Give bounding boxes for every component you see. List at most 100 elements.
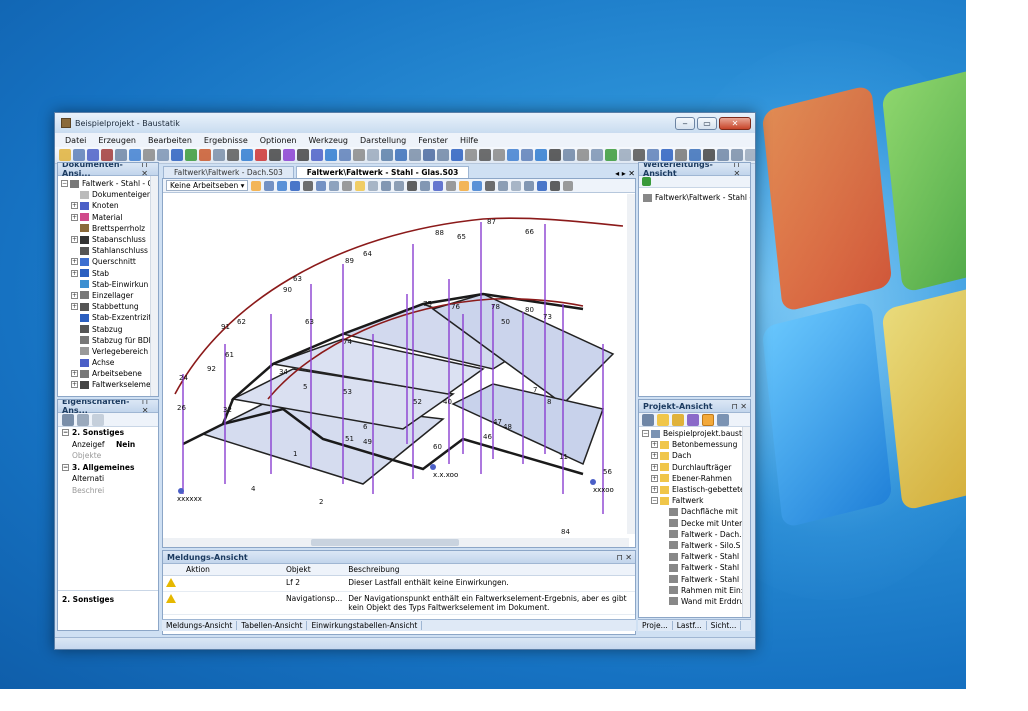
document-tree-item[interactable]: Achse <box>61 357 158 368</box>
property-row[interactable]: −2. Sonstiges <box>58 427 158 439</box>
property-row[interactable]: Alternati <box>58 473 158 485</box>
toolbar-tool-21-icon[interactable] <box>339 149 351 161</box>
new-project-icon[interactable] <box>642 413 654 426</box>
toolbar-tool-39-icon[interactable] <box>591 149 603 161</box>
toolbar-tool-31-icon[interactable] <box>479 149 491 161</box>
toolbar-tool-48-icon[interactable] <box>717 149 729 161</box>
property-row[interactable]: −3. Allgemeines <box>58 462 158 474</box>
scroll-thumb[interactable] <box>311 539 459 546</box>
toolbar-tool-22-icon[interactable] <box>353 149 365 161</box>
minimize-button[interactable]: ‒ <box>675 116 695 130</box>
toolbar-tool-49-icon[interactable] <box>731 149 743 161</box>
column-aktion[interactable]: Aktion <box>183 564 283 576</box>
menu-werkzeug[interactable]: Werkzeug <box>302 136 354 145</box>
toolbar-tool-47-icon[interactable] <box>703 149 715 161</box>
toolbar-tool-15-icon[interactable] <box>255 149 267 161</box>
document-tree-item[interactable]: + Stabanschluss <box>61 234 158 245</box>
tab-controls[interactable]: ◂ ▸ ✕ <box>615 169 635 178</box>
toolbar-tool-16-icon[interactable] <box>269 149 281 161</box>
toolbar-tool-7-icon[interactable] <box>143 149 155 161</box>
property-row[interactable]: Objekte <box>58 450 158 462</box>
view-tool-21-icon[interactable] <box>511 180 522 191</box>
expand-toggle-icon[interactable]: + <box>71 291 78 299</box>
expand-toggle-icon[interactable]: − <box>61 180 68 188</box>
refresh-icon[interactable] <box>642 177 651 186</box>
collapse-toggle-icon[interactable]: − <box>62 429 69 437</box>
menu-ergebnisse[interactable]: Ergebnisse <box>198 136 254 145</box>
toolbar-tool-25-icon[interactable] <box>395 149 407 161</box>
property-row[interactable]: Beschrei <box>58 485 158 497</box>
view-tool-4-icon[interactable] <box>290 180 301 191</box>
document-tree-item[interactable]: + Stabbettung <box>61 301 158 312</box>
project-tree-item[interactable]: Rahmen mit Ein: <box>642 585 750 596</box>
expand-toggle-icon[interactable]: + <box>71 381 78 389</box>
document-tree-item[interactable]: Verlegebereich <box>61 346 158 357</box>
menu-erzeugen[interactable]: Erzeugen <box>92 136 142 145</box>
toolbar-tool-24-icon[interactable] <box>381 149 393 161</box>
folder-icon[interactable] <box>672 413 684 426</box>
open-folder-icon[interactable] <box>657 413 669 426</box>
view-tool-24-icon[interactable] <box>550 180 561 191</box>
expand-toggle-icon[interactable]: + <box>71 202 78 210</box>
toolbar-tool-40-icon[interactable] <box>605 149 617 161</box>
expand-toggle-icon[interactable]: + <box>651 486 658 494</box>
toolbar-tool-46-icon[interactable] <box>689 149 701 161</box>
project-tree-item[interactable]: + Betonbemessung <box>642 439 750 450</box>
toolbar-tool-45-icon[interactable] <box>675 149 687 161</box>
tab-faltwerk-stahl-glas[interactable]: Faltwerk\Faltwerk - Stahl - Glas.S03 <box>295 166 470 178</box>
toolbar-tool-14-icon[interactable] <box>241 149 253 161</box>
toolbar-tool-30-icon[interactable] <box>465 149 477 161</box>
toolbar-tool-9-icon[interactable] <box>171 149 183 161</box>
view-tool-8-icon[interactable] <box>342 180 353 191</box>
menu-hilfe[interactable]: Hilfe <box>454 136 484 145</box>
menu-darstellung[interactable]: Darstellung <box>354 136 412 145</box>
table-row[interactable]: Lf 2 Dieser Lastfall enthält keine Einwi… <box>163 575 635 592</box>
property-row[interactable]: Anzeigef Nein <box>58 439 158 451</box>
toolbar-tool-33-icon[interactable] <box>507 149 519 161</box>
tab-projekt[interactable]: Proje... <box>638 621 673 630</box>
viewport-vscrollbar[interactable] <box>627 194 635 534</box>
pin-icon[interactable]: ⊓ ✕ <box>732 402 748 411</box>
tab-einwirkungstabellen-ansicht[interactable]: Einwirkungstabellen-Ansicht <box>307 621 423 630</box>
document-tree-scrollbar[interactable] <box>150 176 158 396</box>
document-tree-item[interactable]: + Einzellager <box>61 290 158 301</box>
toolbar-tool-35-icon[interactable] <box>535 149 547 161</box>
toolbar-tool-42-icon[interactable] <box>633 149 645 161</box>
column-objekt[interactable]: Objekt <box>283 564 346 576</box>
tab-faltwerk-dach[interactable]: Faltwerk\Faltwerk - Dach.S03 <box>163 166 294 178</box>
document-tree-item[interactable]: Brettsperrholz <box>61 223 158 234</box>
toolbar-tool-8-icon[interactable] <box>157 149 169 161</box>
view-tool-1-icon[interactable] <box>251 180 262 191</box>
toolbar-tool-50-icon[interactable] <box>745 149 755 161</box>
expand-toggle-icon[interactable]: + <box>71 236 78 244</box>
expand-toggle-icon[interactable]: + <box>651 463 658 471</box>
pin-icon[interactable]: ⊓ ✕ <box>733 163 747 178</box>
toolbar-tool-38-icon[interactable] <box>577 149 589 161</box>
tab-lastfall[interactable]: Lastf... <box>673 621 707 630</box>
expand-toggle-icon[interactable]: − <box>651 497 658 505</box>
property-value[interactable]: Nein <box>116 440 135 449</box>
menu-fenster[interactable]: Fenster <box>412 136 454 145</box>
view-tool-10-icon[interactable] <box>368 180 379 191</box>
expand-toggle-icon[interactable]: − <box>642 430 649 438</box>
project-tree-scrollbar[interactable] <box>742 427 750 617</box>
pin-icon[interactable]: ⊓ ✕ <box>617 553 633 562</box>
toolbar-tool-4-icon[interactable] <box>101 149 113 161</box>
forwarding-item[interactable]: Faltwerk\Faltwerk - Stahl - Glas <box>639 192 750 203</box>
graphics-viewport[interactable]: Keine Arbeitseben ▾ 87 66 88 65 89 64 63 90 62 91… <box>162 178 636 548</box>
view-tool-7-icon[interactable] <box>329 180 340 191</box>
collapse-toggle-icon[interactable]: − <box>62 463 69 471</box>
expand-toggle-icon[interactable]: + <box>71 303 78 311</box>
project-tree-item[interactable]: Faltwerk - Silo.S <box>642 540 750 551</box>
project-tree-item[interactable]: Faltwerk - Stahl <box>642 551 750 562</box>
title-bar[interactable]: Beispielprojekt - Baustatik ‒ ▭ ✕ <box>55 113 755 133</box>
toolbar-tool-1-icon[interactable] <box>59 149 71 161</box>
toolbar-tool-29-icon[interactable] <box>451 149 463 161</box>
pin-icon[interactable]: ⊓ ✕ <box>142 400 155 415</box>
tools-icon[interactable] <box>717 413 729 426</box>
project-tree-item[interactable]: Wand mit Erddru <box>642 596 750 607</box>
toolbar-tool-23-icon[interactable] <box>367 149 379 161</box>
document-tree-item[interactable]: + Querschnitt <box>61 256 158 267</box>
document-tree-item[interactable]: Stabzug <box>61 323 158 334</box>
document-tree-item[interactable]: Stab-Einwirkun <box>61 279 158 290</box>
